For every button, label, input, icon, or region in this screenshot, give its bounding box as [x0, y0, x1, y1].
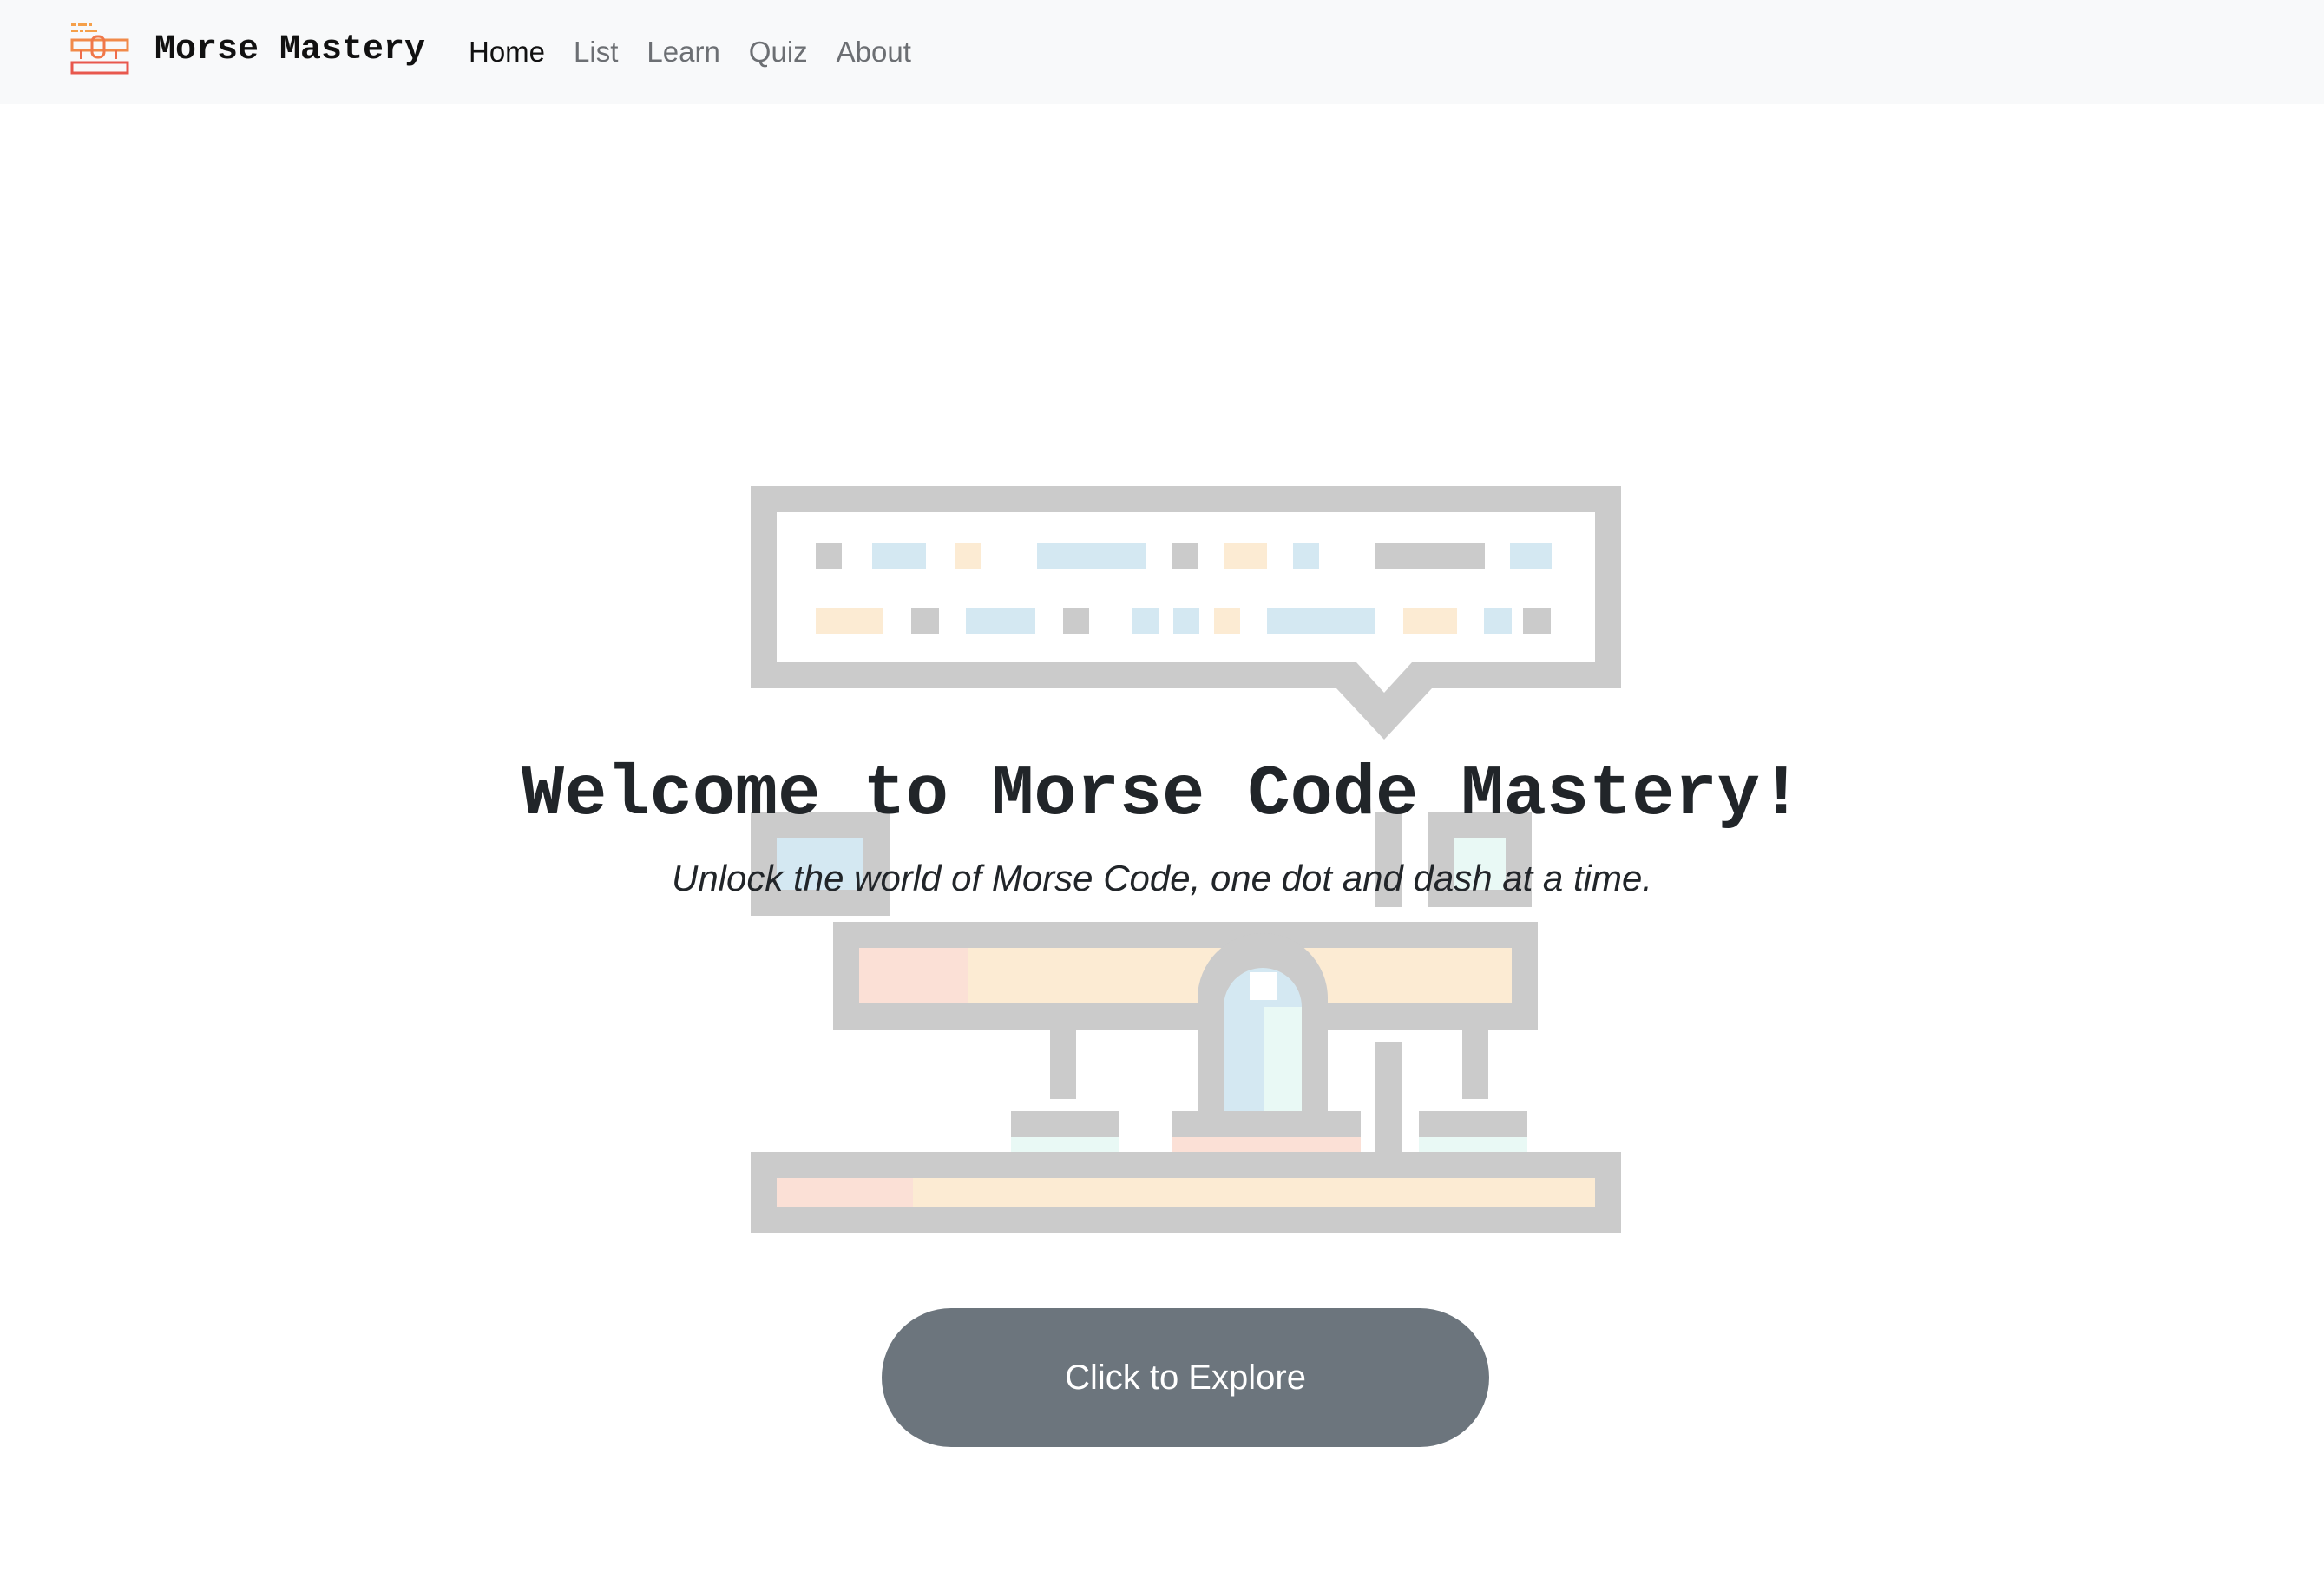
telegraph-key-icon[interactable]	[69, 21, 130, 82]
navbar: Morse Mastery Home List Learn Quiz About	[0, 0, 2324, 104]
hero-title: Welcome to Morse Code Mastery!	[521, 754, 1803, 835]
explore-button[interactable]: Click to Explore	[882, 1308, 1489, 1447]
hero-subtitle: Unlock the world of Morse Code, one dot …	[672, 858, 1652, 898]
nav-link-home[interactable]: Home	[469, 30, 545, 75]
nav-link-about[interactable]: About	[837, 30, 911, 75]
nav-link-quiz[interactable]: Quiz	[749, 30, 808, 75]
brand-name[interactable]: Morse Mastery	[154, 26, 425, 75]
nav-link-list[interactable]: List	[574, 30, 618, 75]
nav-links: Home List Learn Quiz About	[469, 30, 940, 75]
nav-link-learn[interactable]: Learn	[647, 30, 719, 75]
